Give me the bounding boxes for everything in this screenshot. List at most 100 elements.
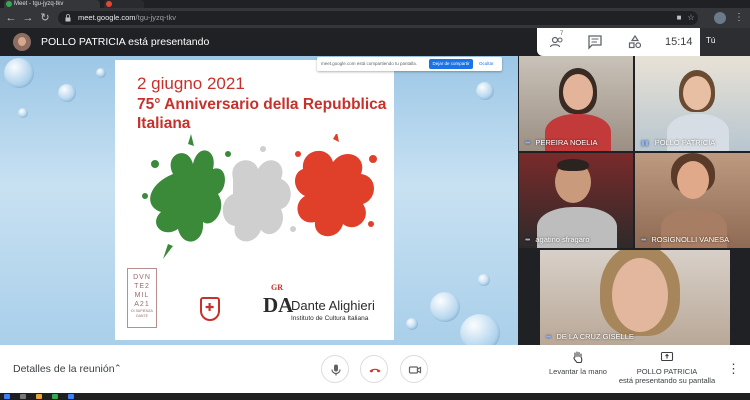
more-vert-icon: ⋮	[734, 12, 744, 23]
lock-icon	[65, 14, 71, 22]
participant-tile[interactable]: ••• agatino sfragaro	[519, 153, 633, 248]
back-button[interactable]: ←	[4, 11, 18, 25]
participant-tile[interactable]: ••• ROSIGNOLLI VANESA	[635, 153, 750, 248]
water-drop	[476, 82, 494, 100]
participant-tile[interactable]: ▮▮ POLLO PATRICIA	[635, 56, 750, 151]
presenting-name: POLLO PATRICIA	[636, 367, 698, 376]
participant-name: ••• PEREIRA NOELIA	[525, 138, 598, 147]
audio-level-icon: •••	[525, 140, 530, 147]
reload-icon: ↻	[40, 12, 50, 24]
search-icon[interactable]	[20, 394, 26, 399]
water-drop	[460, 314, 500, 345]
speaking-icon: ▮▮	[641, 140, 649, 147]
audio-level-icon: •••	[525, 237, 530, 244]
mic-icon	[331, 364, 341, 376]
present-icon	[660, 351, 674, 362]
url-text: meet.google.com/tgu-jyzq-tkv	[78, 11, 176, 25]
screen: Meet - tgu-jyzq-tkv ← → ↻ meet.google.co…	[0, 0, 750, 400]
browser-toolbar: ← → ↻ meet.google.com/tgu-jyzq-tkv ■ ☆ ⋮	[0, 8, 750, 28]
start-icon[interactable]	[4, 394, 10, 399]
os-taskbar	[0, 393, 750, 400]
water-drop	[430, 292, 460, 322]
self-label: Tú	[706, 36, 716, 45]
url-path: /tgu-jyzq-tkv	[135, 13, 176, 22]
leave-call-button[interactable]	[360, 355, 388, 383]
video-icon	[408, 366, 422, 374]
hand-icon	[573, 351, 583, 364]
participants-count: 7	[560, 31, 564, 37]
shared-slide: 2 giugno 2021 75° Anniversario della Rep…	[115, 60, 394, 340]
presentation-button[interactable]: POLLO PATRICIA está presentando su panta…	[614, 350, 720, 385]
water-drop	[406, 318, 418, 330]
chevron-up-icon[interactable]: ⌃	[114, 363, 124, 373]
presenter-avatar	[13, 33, 31, 51]
participant-tile[interactable]: ••• DE LA CRUZ GISELLE	[540, 250, 730, 345]
meeting-clock: 15:14	[665, 36, 693, 48]
folder-icon[interactable]	[36, 394, 42, 399]
presenter-status: POLLO PATRICIA está presentando	[41, 36, 210, 48]
dante-logo-text: DVN TE2 MIL A21	[133, 274, 151, 308]
participant-tile[interactable]: ••• PEREIRA NOELIA	[519, 56, 633, 151]
audio-level-icon: •••	[546, 334, 551, 341]
participant-name: ••• agatino sfragaro	[525, 235, 590, 244]
da-mark-small: GR	[271, 283, 283, 292]
profile-avatar[interactable]	[714, 12, 726, 24]
participant-name: ••• ROSIGNOLLI VANESA	[641, 235, 730, 244]
browser-menu-button[interactable]: ⋮	[734, 11, 744, 25]
participant-name: ••• DE LA CRUZ GISELLE	[546, 332, 634, 341]
activities-button[interactable]	[627, 34, 643, 50]
arrow-right-icon: →	[22, 12, 34, 24]
url-host: meet.google.com	[78, 13, 136, 22]
chat-icon	[588, 35, 602, 50]
dante-alighieri-mark: GR DA	[263, 283, 294, 318]
presentation-stage: 2 giugno 2021 75° Anniversario della Rep…	[0, 56, 518, 345]
org-subtitle: Instituto de Cultura Italiana	[291, 315, 369, 322]
slide-title: 75° Anniversario della Repubblica Italia…	[137, 96, 387, 132]
raise-hand-button[interactable]: Levantar la mano	[549, 350, 607, 376]
water-drop	[478, 274, 490, 286]
water-drop	[96, 68, 106, 78]
star-icon[interactable]: ☆	[686, 13, 696, 23]
shapes-icon	[628, 34, 642, 49]
arrow-left-icon: ←	[5, 12, 17, 24]
stop-sharing-button[interactable]: Dejar de compartir	[429, 59, 473, 69]
chrome-icon[interactable]	[52, 394, 58, 399]
share-notice-text: meet.google.com está compartiendo tu pan…	[321, 61, 418, 66]
address-bar[interactable]: meet.google.com/tgu-jyzq-tkv ■ ☆	[58, 11, 698, 25]
hide-notice-button[interactable]: Ocultar	[479, 57, 494, 71]
phone-hangup-icon	[369, 368, 381, 373]
org-name: Dante Alighieri	[291, 298, 375, 313]
slide-date: 2 giugno 2021	[137, 74, 245, 93]
camera-button[interactable]	[400, 355, 428, 383]
audio-level-icon: •••	[641, 237, 646, 244]
dante-2021-logo: DVN TE2 MIL A21 DI SAPIENZA DANTE	[127, 268, 157, 328]
browser-tab-2[interactable]	[104, 0, 144, 8]
reload-button[interactable]: ↻	[38, 11, 52, 25]
presenting-sub: está presentando su pantalla	[618, 376, 716, 385]
water-drop	[18, 108, 28, 118]
more-options-button[interactable]: ⋮	[727, 359, 740, 379]
tab-favicon-icon	[106, 1, 112, 7]
shield-logo-icon	[200, 297, 220, 321]
italian-flag-splash	[142, 134, 377, 259]
meet-bottom-bar: Detalles de la reunión ⌃ Levantar la man…	[0, 345, 750, 393]
camera-icon[interactable]: ■	[674, 13, 684, 23]
splash-green	[142, 134, 231, 259]
app-icon[interactable]	[68, 394, 74, 399]
splash-white	[222, 146, 296, 242]
splash-red	[295, 134, 377, 237]
forward-button[interactable]: →	[21, 11, 35, 25]
screen-share-notice: meet.google.com está compartiendo tu pan…	[317, 57, 502, 71]
da-mark-text: DA	[263, 293, 294, 317]
dante-logo-sub: DI SAPIENZA DANTE	[131, 309, 153, 318]
water-drop	[58, 84, 76, 102]
water-drop	[4, 58, 34, 88]
chat-button[interactable]	[587, 34, 603, 50]
raise-hand-label: Levantar la mano	[549, 367, 607, 376]
meet-favicon-icon	[6, 1, 12, 7]
browser-tab-title: Meet - tgu-jyzq-tkv	[14, 1, 64, 7]
microphone-button[interactable]	[321, 355, 349, 383]
participant-name: ▮▮ POLLO PATRICIA	[641, 138, 716, 147]
browser-tab-meet[interactable]: Meet - tgu-jyzq-tkv	[4, 0, 100, 8]
meeting-details-button[interactable]: Detalles de la reunión	[13, 345, 115, 393]
